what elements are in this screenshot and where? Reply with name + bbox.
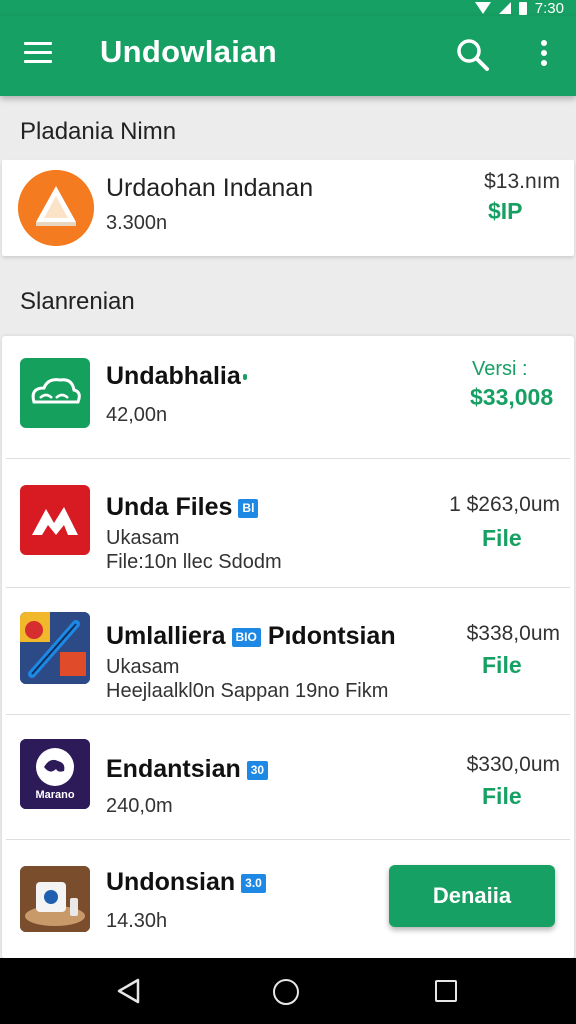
list-item[interactable]: Undabhalia 42,00n Versi : $33,008 [2, 336, 574, 458]
app-name: Unda Files Bl [106, 493, 259, 522]
wifi-icon [474, 2, 491, 14]
app-name: Umlalliera BIO Pıdontsian [106, 622, 396, 650]
files-app-icon [20, 485, 90, 555]
list-item[interactable]: Marano Endantsian 30 240,0m $330,0um File [2, 715, 574, 839]
app-version-label: Versi : [472, 358, 528, 380]
app-detail: File:10n llec Sdodm [106, 551, 282, 573]
featured-app-size: 3.300n [106, 212, 168, 234]
featured-card[interactable]: Urdaohan Indanan 3.300n $13.nım $IP [2, 160, 574, 256]
primary-action-button[interactable]: Denaiia [389, 865, 555, 927]
app-subtitle: Ukasam [106, 656, 180, 678]
system-nav-bar [0, 958, 576, 1024]
section-header-list: Slanrenian [20, 288, 135, 315]
marano-app-icon: Marano [20, 739, 90, 809]
app-title: Undowlaian [100, 34, 277, 69]
section-header-featured: Pladania Nimn [20, 118, 177, 145]
app-name: Undabhalia [106, 362, 247, 391]
featured-app-name: Urdaohan Indanan [106, 174, 314, 202]
cloud-icon [31, 378, 81, 404]
home-icon[interactable] [273, 979, 299, 1005]
tools-app-icon [20, 612, 90, 684]
undonsian-app-icon [20, 866, 90, 932]
recents-icon[interactable] [435, 980, 457, 1002]
more-vert-icon[interactable] [536, 40, 552, 72]
cloud-app-icon [20, 358, 90, 428]
status-bar: 7:30 [0, 0, 576, 17]
icon-label: Marano [35, 789, 75, 801]
file-button[interactable]: File [482, 783, 522, 810]
triangle-icon [18, 170, 94, 246]
app-price: 1 $263,0um [449, 493, 560, 516]
app-detail: Heejlaalkl0n Sappan 19no Fikm [106, 680, 389, 702]
battery-icon [518, 1, 527, 15]
signal-icon [498, 2, 511, 14]
file-button[interactable]: File [482, 525, 522, 552]
app-price-button[interactable]: $33,008 [470, 384, 553, 411]
search-icon[interactable] [456, 38, 490, 72]
back-icon[interactable] [116, 978, 142, 1004]
device-icon [20, 866, 90, 932]
app-size: 240,0m [106, 795, 173, 817]
app-size: 42,00n [106, 404, 168, 426]
list-item[interactable]: Unda Files Bl Ukasam File:10n llec Sdodm … [2, 459, 574, 587]
list-item[interactable]: Umlalliera BIO Pıdontsian Ukasam Heejlaal… [2, 588, 574, 714]
status-time: 7:30 [534, 0, 564, 17]
m-logo-icon [32, 507, 78, 535]
menu-icon[interactable] [24, 42, 54, 66]
pen-tool-icon [20, 612, 90, 684]
featured-app-icon [18, 170, 94, 246]
app-size: 14.30h [106, 910, 168, 932]
app-name: Endantsian 30 [106, 755, 269, 784]
app-price: $338,0um [466, 622, 560, 645]
app-bar: Undowlaian [0, 16, 576, 96]
featured-app-price: $13.nım [484, 170, 560, 193]
app-subtitle: Ukasam [106, 527, 180, 549]
file-button[interactable]: File [482, 652, 522, 679]
app-price: $330,0um [466, 753, 560, 776]
app-name: Undonsian 3.0 [106, 868, 266, 897]
featured-app-action[interactable]: $IP [488, 198, 523, 225]
